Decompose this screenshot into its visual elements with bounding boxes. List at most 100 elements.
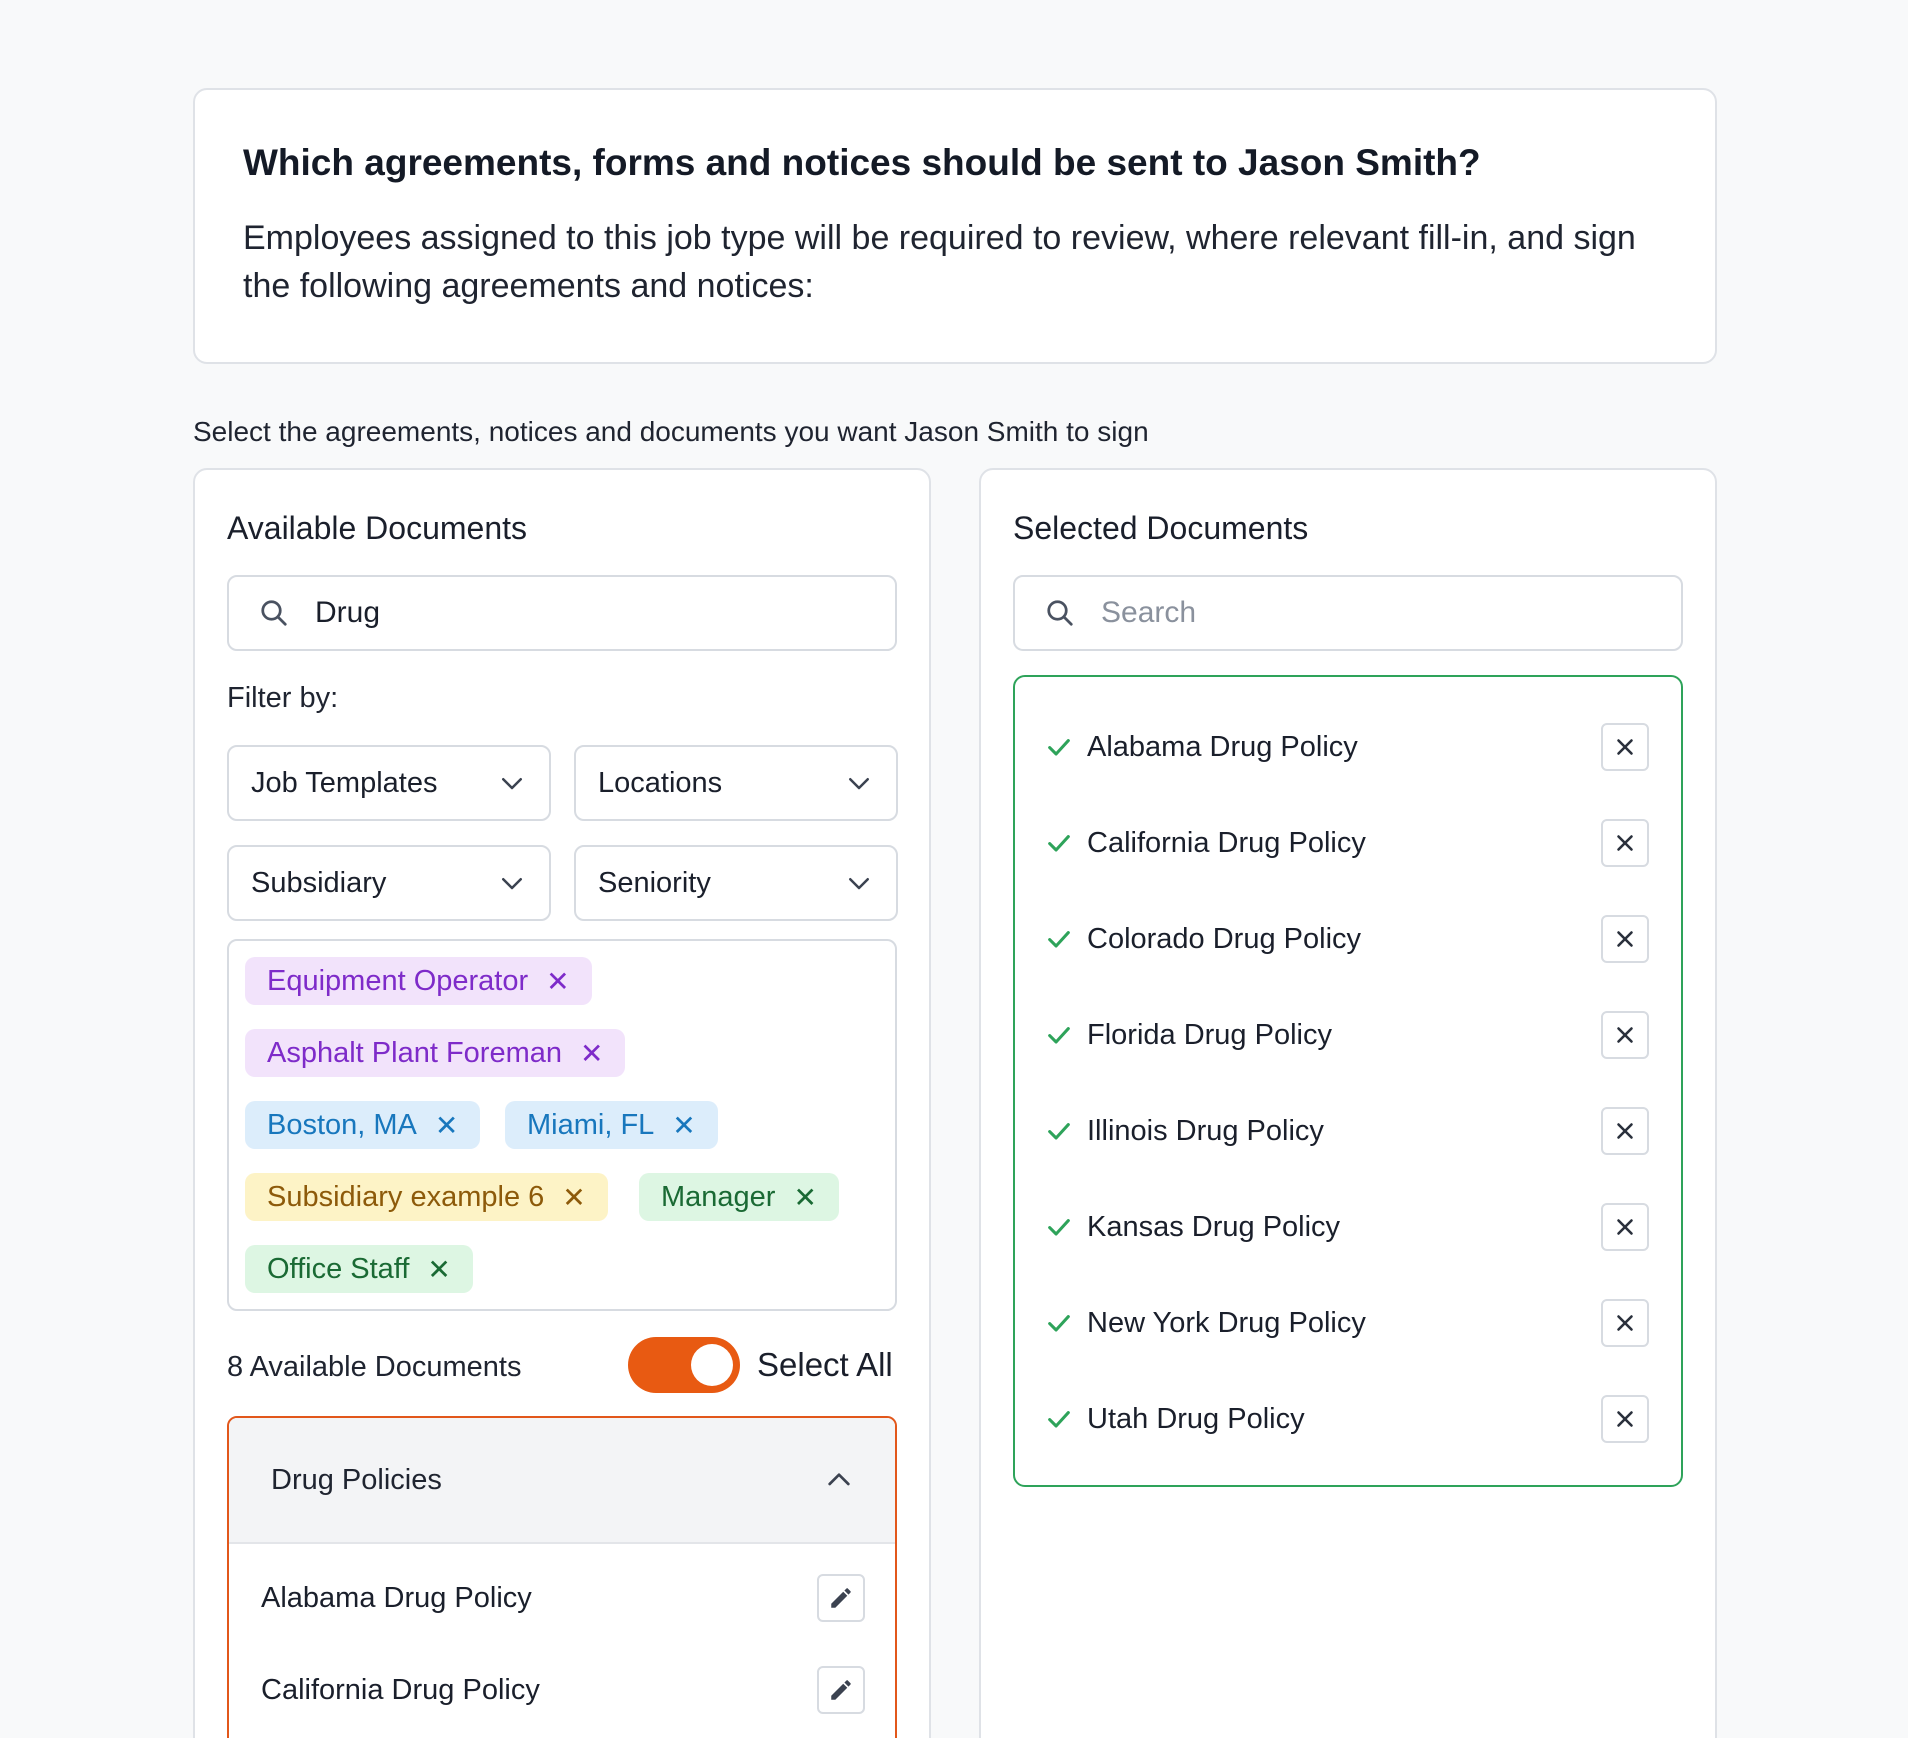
filter-tag: Boston, MA ✕ — [245, 1101, 481, 1149]
list-item: Kansas Drug Policy — [1015, 1197, 1681, 1257]
check-icon — [1048, 1027, 1070, 1044]
close-icon — [1617, 1411, 1633, 1427]
remove-tag-icon[interactable]: ✕ — [435, 1109, 458, 1142]
filter-tag: Manager ✕ — [639, 1173, 839, 1221]
close-icon — [1617, 1219, 1633, 1235]
remove-document-button[interactable] — [1601, 1011, 1649, 1059]
filter-tag-label: Asphalt Plant Foreman — [267, 1036, 562, 1069]
document-name: Colorado Drug Policy — [1087, 922, 1362, 955]
question-title: Which agreements, forms and notices shou… — [243, 142, 1481, 183]
document-name: Utah Drug Policy — [1087, 1402, 1305, 1435]
job-templates-dropdown[interactable]: Job Templates — [227, 745, 551, 821]
check-icon — [1048, 1411, 1070, 1428]
selected-search-placeholder: Search — [1101, 596, 1197, 629]
list-item[interactable]: California Drug Policy — [229, 1655, 895, 1725]
job-templates-dropdown-label: Job Templates — [251, 766, 438, 799]
drug-policies-group: Drug Policies Alabama Drug Policy Califo… — [227, 1416, 897, 1738]
check-icon — [1048, 931, 1070, 948]
remove-document-button[interactable] — [1601, 1203, 1649, 1251]
filter-tag-label: Office Staff — [267, 1252, 410, 1285]
selected-documents-list: Alabama Drug Policy California Drug Polic… — [1013, 675, 1683, 1487]
filter-label: Filter by: — [227, 682, 339, 714]
check-icon — [1048, 739, 1070, 756]
document-name: Kansas Drug Policy — [1087, 1210, 1341, 1243]
list-item: Alabama Drug Policy — [1015, 717, 1681, 777]
edit-button[interactable] — [817, 1574, 865, 1622]
list-item: Illinois Drug Policy — [1015, 1101, 1681, 1161]
locations-dropdown[interactable]: Locations — [574, 745, 898, 821]
seniority-dropdown[interactable]: Seniority — [574, 845, 898, 921]
close-icon — [1617, 739, 1633, 755]
available-count: 8 Available Documents — [227, 1351, 522, 1383]
group-title: Drug Policies — [271, 1463, 442, 1496]
drug-policies-group-header[interactable]: Drug Policies — [229, 1418, 895, 1544]
filter-tag: Office Staff ✕ — [245, 1245, 473, 1293]
subsidiary-dropdown-label: Subsidiary — [251, 866, 387, 899]
document-name: Alabama Drug Policy — [261, 1581, 532, 1614]
document-name: California Drug Policy — [1087, 826, 1366, 859]
subsidiary-dropdown[interactable]: Subsidiary — [227, 845, 551, 921]
close-icon — [1617, 1027, 1633, 1043]
remove-tag-icon[interactable]: ✕ — [793, 1181, 816, 1214]
filter-tag-label: Equipment Operator — [267, 964, 529, 997]
close-icon — [1617, 1315, 1633, 1331]
remove-document-button[interactable] — [1601, 915, 1649, 963]
pencil-icon — [831, 1680, 851, 1700]
document-name: New York Drug Policy — [1087, 1306, 1366, 1339]
filter-tag-label: Boston, MA — [267, 1108, 417, 1141]
filter-tag: Asphalt Plant Foreman ✕ — [245, 1029, 626, 1077]
document-name: Florida Drug Policy — [1087, 1018, 1332, 1051]
edit-button[interactable] — [817, 1666, 865, 1714]
selected-search-input[interactable]: Search — [1013, 575, 1683, 651]
check-icon — [1048, 1123, 1070, 1140]
remove-tag-icon[interactable]: ✕ — [580, 1037, 603, 1070]
chevron-down-icon — [849, 878, 869, 890]
filter-tag: Equipment Operator ✕ — [245, 957, 592, 1005]
toggle-knob — [691, 1344, 733, 1386]
remove-tag-icon[interactable]: ✕ — [672, 1109, 695, 1142]
selected-documents-title: Selected Documents — [1013, 510, 1309, 546]
remove-document-button[interactable] — [1601, 819, 1649, 867]
filter-tag-label: Miami, FL — [527, 1108, 655, 1141]
pencil-icon — [831, 1588, 851, 1608]
remove-document-button[interactable] — [1601, 1107, 1649, 1155]
remove-tag-icon[interactable]: ✕ — [427, 1253, 450, 1286]
list-item: California Drug Policy — [1015, 813, 1681, 873]
remove-document-button[interactable] — [1601, 1299, 1649, 1347]
filter-tag-label: Subsidiary example 6 — [267, 1180, 545, 1213]
chevron-down-icon — [849, 778, 869, 790]
document-name: Alabama Drug Policy — [1087, 730, 1358, 763]
select-all-label: Select All — [757, 1346, 893, 1383]
select-prompt: Select the agreements, notices and docum… — [193, 416, 1149, 447]
chevron-up-icon — [828, 1473, 850, 1486]
chevron-down-icon — [502, 778, 522, 790]
available-search-input[interactable]: Drug — [227, 575, 897, 651]
question-card: Which agreements, forms and notices shou… — [193, 88, 1717, 364]
remove-tag-icon[interactable]: ✕ — [562, 1181, 585, 1214]
filter-tag: Subsidiary example 6 ✕ — [245, 1173, 608, 1221]
check-icon — [1048, 1219, 1070, 1236]
document-name: California Drug Policy — [261, 1673, 540, 1706]
remove-document-button[interactable] — [1601, 1395, 1649, 1443]
close-icon — [1617, 931, 1633, 947]
list-item: New York Drug Policy — [1015, 1293, 1681, 1353]
select-all-toggle[interactable] — [628, 1337, 740, 1393]
check-icon — [1048, 1315, 1070, 1332]
check-icon — [1048, 835, 1070, 852]
seniority-dropdown-label: Seniority — [598, 866, 711, 899]
filter-tag: Miami, FL ✕ — [505, 1101, 718, 1149]
list-item[interactable]: Alabama Drug Policy — [229, 1563, 895, 1633]
remove-document-button[interactable] — [1601, 723, 1649, 771]
available-documents-panel: Available Documents Drug Filter by: Job … — [193, 468, 931, 1738]
remove-tag-icon[interactable]: ✕ — [546, 965, 569, 998]
question-description: Employees assigned to this job type will… — [243, 219, 1636, 305]
available-search-value: Drug — [315, 596, 381, 629]
list-item: Utah Drug Policy — [1015, 1389, 1681, 1449]
list-item: Colorado Drug Policy — [1015, 909, 1681, 969]
search-icon — [1047, 600, 1073, 626]
document-name: Illinois Drug Policy — [1087, 1114, 1324, 1147]
close-icon — [1617, 835, 1633, 851]
chevron-down-icon — [502, 878, 522, 890]
list-item: Florida Drug Policy — [1015, 1005, 1681, 1065]
search-icon — [261, 600, 287, 626]
